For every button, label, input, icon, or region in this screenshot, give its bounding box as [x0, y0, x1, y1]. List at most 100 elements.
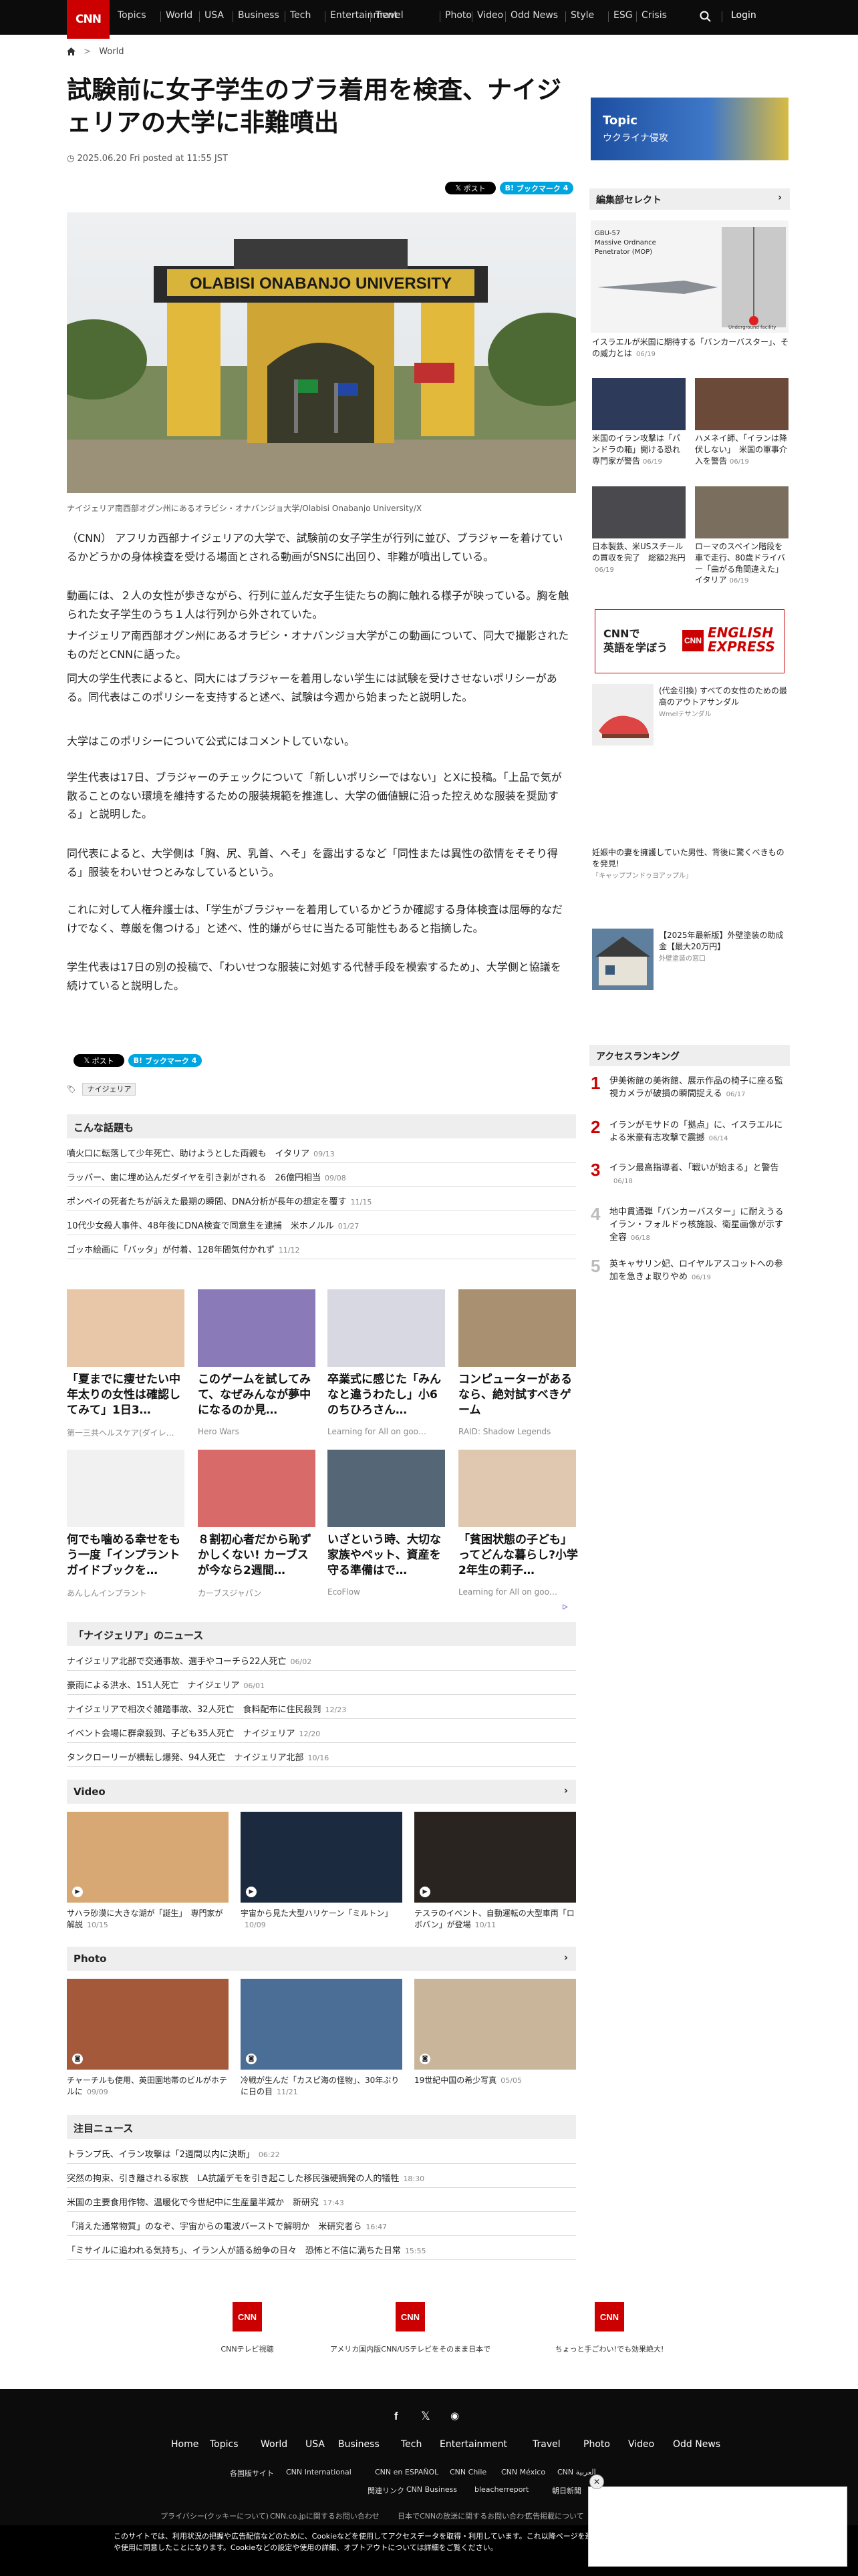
list-item[interactable]: タンクローリーが横転し爆発、94人死亡 ナイジェリア北部 10/16 — [67, 1750, 576, 1763]
ad-card-image[interactable] — [198, 1450, 315, 1527]
english-express-banner[interactable]: CNNで 英語を学ぼう CNN ENGLISH EXPRESS — [595, 609, 784, 673]
list-item[interactable]: 突然の拘束、引き離される家族 LA抗議デモを引き起こした移民強硬摘発の人的犠牲 1… — [67, 2171, 576, 2184]
footer-site-link[interactable]: CNN العربية — [557, 2468, 596, 2476]
list-item[interactable]: ポンペイの死者たちが訴えた最期の瞬間、DNA分析が長年の想定を覆す 11/15 — [67, 1194, 576, 1207]
footer-nav-item[interactable]: Tech — [401, 2439, 422, 2450]
sidebar-ad-3[interactable]: 【2025年最新版】外壁塗装の助成金【最大20万円】 外壁塗装の窓口 — [659, 930, 790, 964]
editor-pick-item[interactable]: イスラエルが米国に期待する「バンカーバスター」、その威力とは 06/19 — [592, 337, 790, 359]
ad-card-title[interactable]: 「貧困状態の子ども」ってどんな暮らし?小学2年生の莉子… — [458, 1533, 579, 1579]
adchoices-icon[interactable]: ▷ — [563, 1603, 568, 1611]
editor-pick-image[interactable] — [592, 378, 686, 430]
media-thumbnail[interactable]: ▶ — [414, 1812, 576, 1903]
list-item[interactable]: 「消えた通常物質」のなぞ、宇宙からの電波バーストで解明か 米研究者ら 16:47 — [67, 2219, 576, 2232]
editor-pick-item[interactable]: 米国のイラン攻撃は「パンドラの箱」開ける恐れ 専門家が警告 06/19 — [592, 433, 688, 467]
footer-nav-item[interactable]: Entertainment — [440, 2439, 507, 2450]
list-item[interactable]: 噴火口に転落して少年死亡、助けようとした両親も イタリア 09/13 — [67, 1146, 576, 1159]
footer-nav-item[interactable]: Topics — [210, 2439, 239, 2450]
footer-nav-item[interactable]: Odd News — [673, 2439, 720, 2450]
media-thumbnail[interactable]: ◙ — [67, 1979, 229, 2070]
media-caption[interactable]: 宇宙から見た大型ハリケーン「ミルトン」 10/09 — [241, 1908, 402, 1931]
sidebar-ad-2[interactable]: 妊娠中の妻を擁護していた男性、背後に驚くべきものを発見! 「キャップブンドゥヨアッ… — [592, 847, 790, 881]
nav-item-business[interactable]: Business — [238, 10, 279, 21]
bunker-buster-diagram[interactable]: GBU-57 Massive Ordnance Penetrator (MOP)… — [591, 220, 789, 333]
footer-related-link[interactable]: CNN Business — [406, 2485, 457, 2494]
nav-item-topics[interactable]: Topics — [118, 10, 146, 21]
footer-nav-item[interactable]: Business — [338, 2439, 380, 2450]
home-icon[interactable] — [67, 47, 76, 58]
footer-site-link[interactable]: CNN México — [501, 2468, 545, 2476]
search-icon[interactable] — [699, 10, 712, 23]
rss-icon[interactable]: ◉ — [450, 2410, 459, 2422]
chevron-right-icon[interactable]: › — [564, 1951, 568, 1963]
footer-nav-item[interactable]: Travel — [533, 2439, 561, 2450]
editor-pick-image[interactable] — [695, 378, 789, 430]
list-item[interactable]: トランプ氏、イラン攻撃は「2週間以内に決断」 06:22 — [67, 2147, 576, 2160]
media-thumbnail[interactable]: ▶ — [67, 1812, 229, 1903]
list-item[interactable]: 米国の主要食用作物、温暖化で今世紀中に生産量半減か 新研究 17:43 — [67, 2195, 576, 2208]
media-caption[interactable]: 19世紀中国の希少写真 05/05 — [414, 2075, 576, 2086]
bottom-link-label[interactable]: アメリカ国内版CNN/USテレビをそのまま日本で — [310, 2344, 511, 2354]
list-item[interactable]: ゴッホ絵画に「バッタ」が付着、128年間気付かれず 11/12 — [67, 1243, 576, 1255]
media-caption[interactable]: サハラ砂漠に大きな湖が「誕生」 専門家が解説 10/15 — [67, 1908, 229, 1931]
ad-card-title[interactable]: ８割初心者だから恥ずかしくない! カーブスが今なら2週間… — [198, 1533, 318, 1579]
list-item[interactable]: ラッパー、歯に埋め込んだダイヤを引き剥がされる 26億円相当 09/08 — [67, 1170, 576, 1183]
close-icon[interactable]: ✕ — [589, 2474, 604, 2489]
x-post-button-bottom[interactable]: 𝕏 ポスト — [74, 1054, 124, 1067]
sidebar-ad-1[interactable]: (代金引換) すべての女性のための最高のアウトアサンダル Wmelテサンダル — [659, 685, 790, 719]
ad-card-image[interactable] — [458, 1450, 576, 1527]
ad-card-title[interactable]: コンピューターがあるなら、絶対試すべきゲーム — [458, 1372, 579, 1418]
ranking-item[interactable]: 伊美術館の美術館、展示作品の椅子に座る監視カメラが破損の瞬間捉える 06/17 — [609, 1076, 790, 1101]
bottom-link-label[interactable]: ちょっと手ごわい!でも効果絶大! — [509, 2344, 710, 2354]
cnn-logo[interactable]: CNN — [67, 0, 110, 39]
x-post-button[interactable]: 𝕏 ポスト — [445, 182, 496, 194]
ranking-item[interactable]: 英キャサリン妃、ロイヤルアスコットへの参加を急きょ取りやめ 06/19 — [609, 1259, 790, 1284]
nav-item-travel[interactable]: Travel — [376, 10, 404, 21]
editor-pick-item[interactable]: ローマのスペイン階段を車で走行、80歳ドライバー「曲がる角間違えた」 イタリア 0… — [695, 541, 789, 586]
nav-item-odd-news[interactable]: Odd News — [511, 10, 558, 21]
footer-policy-link[interactable]: 日本でCNNの放送に関するお問い合わせ — [398, 2511, 531, 2521]
ad-card-title[interactable]: 卒業式に感じた「みんなと違うわたし」小6のちひろさん… — [327, 1372, 448, 1418]
nav-item-world[interactable]: World — [166, 10, 192, 21]
hatena-bookmark-button[interactable]: B! ブックマーク 4 — [500, 182, 573, 194]
list-item[interactable]: 「ミサイルに追われる気持ち」、イラン人が語る紛争の日々 恐怖と不信に満ちた日常 1… — [67, 2243, 576, 2256]
list-item[interactable]: ナイジェリアで相次ぐ雑踏事故、32人死亡 食料配布に住民殺到 12/23 — [67, 1702, 576, 1715]
footer-related-link[interactable]: 朝日新聞 — [552, 2485, 581, 2496]
media-caption[interactable]: テスラのイベント、自動運転の大型車両「ロボバン」が登場 10/11 — [414, 1908, 576, 1931]
ranking-item[interactable]: 地中貫通弾「バンカーバスター」に耐えうるイラン・フォルドゥ核施設、衛星画像が示す… — [609, 1206, 790, 1245]
nav-item-photo[interactable]: Photo — [445, 10, 472, 21]
breadcrumb-section[interactable]: World — [99, 47, 124, 57]
bottom-logo[interactable]: CNN — [233, 2302, 262, 2331]
nav-item-tech[interactable]: Tech — [290, 10, 311, 21]
bottom-logo[interactable]: CNN — [396, 2302, 425, 2331]
ad-card-title[interactable]: このゲームを試してみて、なぜみんなが夢中になるのか見… — [198, 1372, 318, 1418]
ad-card-title[interactable]: 「夏までに痩せたい中年太りの女性は確認してみて」1日3… — [67, 1372, 187, 1418]
footer-site-link[interactable]: CNN en ESPAÑOL — [375, 2468, 438, 2476]
ad-card-image[interactable] — [458, 1289, 576, 1367]
chevron-right-icon[interactable]: › — [778, 192, 782, 203]
footer-site-link[interactable]: CNN Chile — [450, 2468, 486, 2476]
x-icon[interactable]: 𝕏 — [421, 2410, 430, 2423]
floating-ad[interactable] — [588, 2486, 847, 2567]
media-caption[interactable]: 冷戦が生んだ「カスピ海の怪物」、30年ぶりに日の目 11/21 — [241, 2075, 402, 2098]
topic-banner[interactable]: Topic ウクライナ侵攻 — [591, 98, 789, 160]
list-item[interactable]: 10代少女殺人事件、48年後にDNA検査で同意生を逮捕 米ホノルル 01/27 — [67, 1219, 576, 1231]
footer-nav-item[interactable]: Home — [171, 2439, 198, 2450]
chevron-right-icon[interactable]: › — [564, 1784, 568, 1796]
footer-policy-link[interactable]: 広告掲載について — [525, 2511, 584, 2521]
sandal-ad-image[interactable] — [592, 684, 654, 746]
editor-pick-image[interactable] — [695, 486, 789, 538]
ad-card-title[interactable]: いざという時、大切な家族やペット、資産を守る準備はで… — [327, 1533, 448, 1579]
ad-card-image[interactable] — [327, 1450, 445, 1527]
footer-site-link[interactable]: CNN International — [286, 2468, 351, 2476]
footer-policy-link[interactable]: プライバシー(クッキーについて) — [160, 2511, 269, 2521]
ranking-item[interactable]: イランがモサドの「拠点」に、イスラエルによる米豪有志攻撃で震撼 06/14 — [609, 1120, 790, 1145]
editor-pick-image[interactable] — [592, 486, 686, 538]
footer-nav-item[interactable]: World — [261, 2439, 287, 2450]
ranking-item[interactable]: イラン最高指導者、「戦いが始まる」と警告 06/18 — [609, 1162, 790, 1188]
ad-card-image[interactable] — [67, 1450, 184, 1527]
nav-item-style[interactable]: Style — [571, 10, 594, 21]
house-ad-image[interactable] — [592, 929, 654, 990]
ad-card-title[interactable]: 何でも噛める幸せをもう一度「インプラントガイドブックを… — [67, 1533, 187, 1579]
nav-item-video[interactable]: Video — [477, 10, 503, 21]
tag-nigeria[interactable]: ナイジェリア — [82, 1083, 136, 1096]
